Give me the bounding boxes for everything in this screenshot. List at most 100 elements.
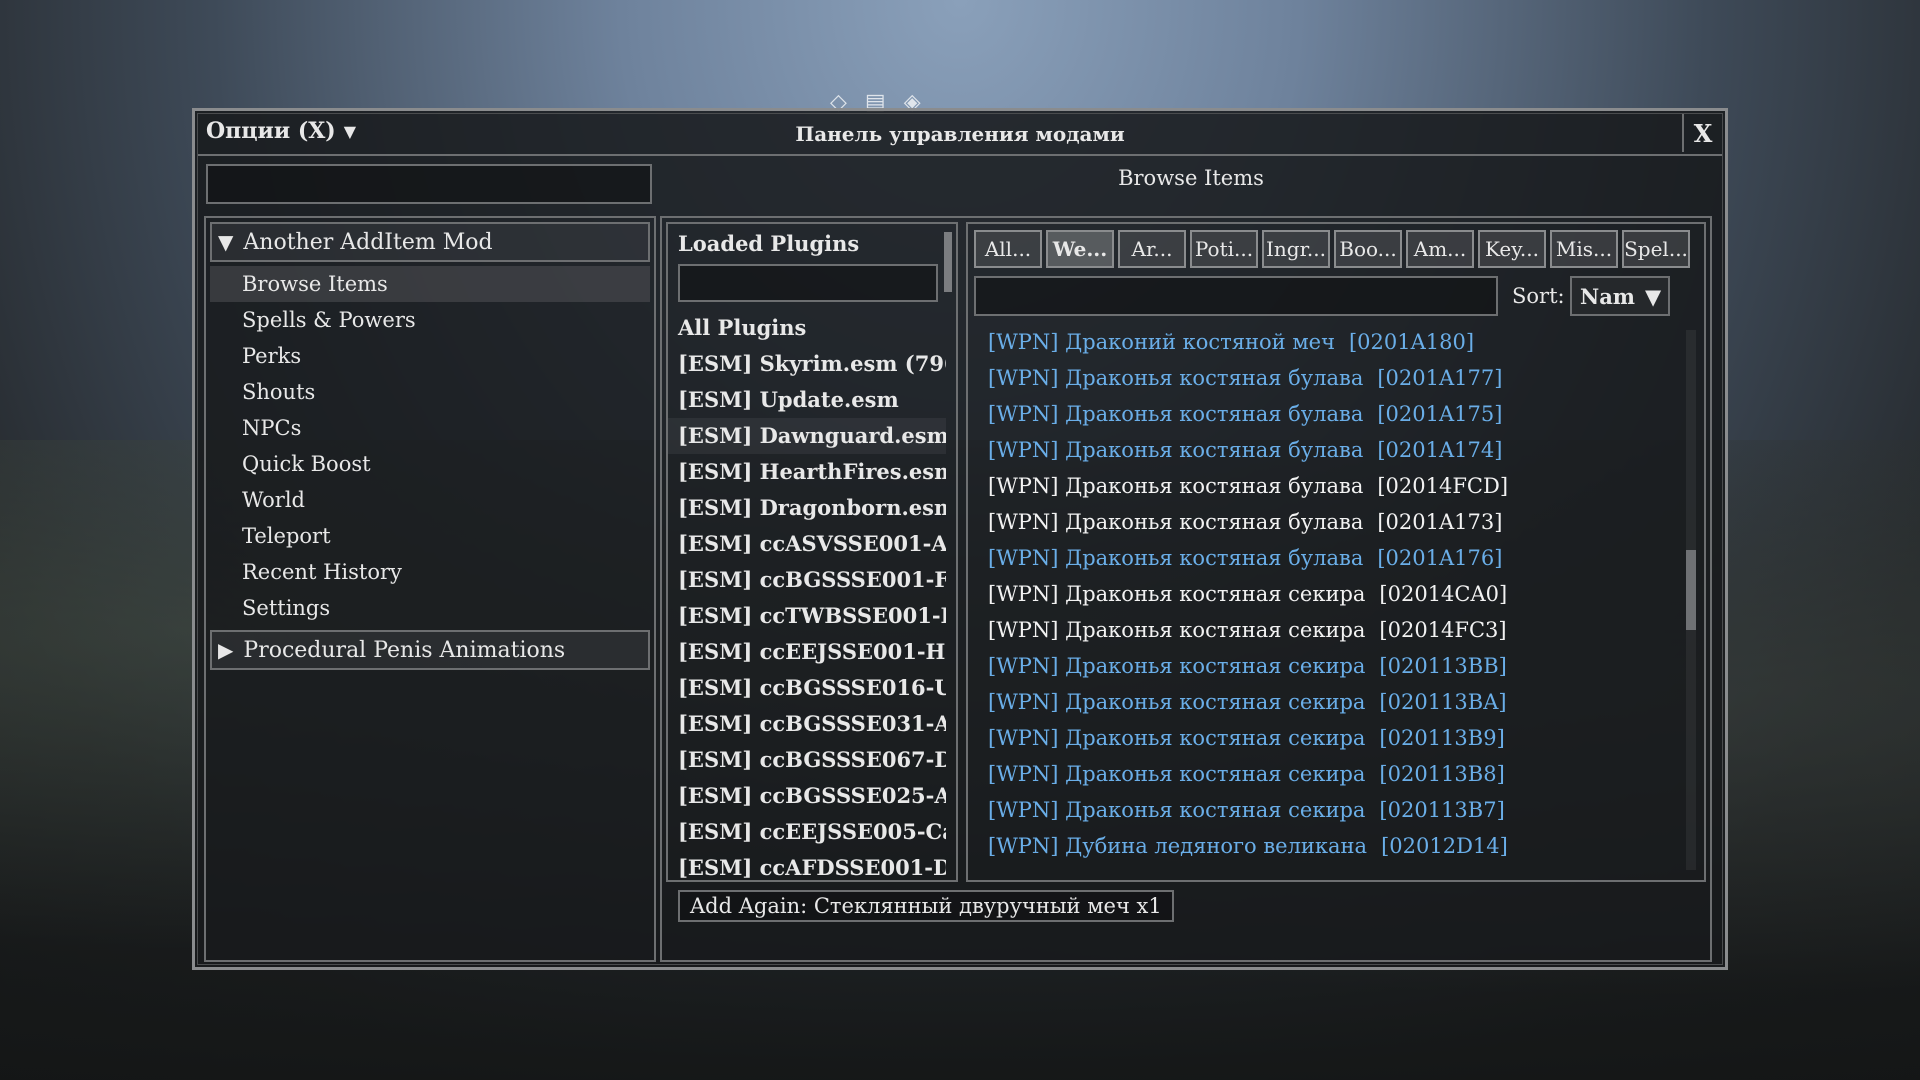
item-name: [WPN] Драконья костяная секира xyxy=(988,726,1366,750)
plugin-item[interactable]: [ESM] ccBGSSSE001-Fish xyxy=(668,562,946,598)
item-code: [0201A175] xyxy=(1377,402,1503,426)
list-item[interactable]: [WPN] Драконья костяная булава [0201A176] xyxy=(988,540,1678,576)
sort-dropdown[interactable]: Nam ▼ xyxy=(1570,276,1670,316)
plugin-item[interactable]: [ESM] Dragonborn.esm (1 xyxy=(668,490,946,526)
plugin-item[interactable]: [ESM] Dawnguard.esm (6 xyxy=(668,418,946,454)
sidebar-item-spells-powers[interactable]: Spells & Powers xyxy=(210,302,650,338)
item-name: [WPN] Драконья костяная секира xyxy=(988,762,1366,786)
item-name: [WPN] Драконья костяная секира xyxy=(988,690,1366,714)
sidebar-item-teleport[interactable]: Teleport xyxy=(210,518,650,554)
list-item[interactable]: [WPN] Драконья костяная секира [020113B9] xyxy=(988,720,1678,756)
plugin-item[interactable]: [ESM] Update.esm xyxy=(668,382,946,418)
items-scrollbar-thumb[interactable] xyxy=(1686,550,1696,630)
tab-books[interactable]: Boo... xyxy=(1334,230,1402,268)
tree-group-label: Another AddItem Mod xyxy=(243,229,493,255)
item-name: [WPN] Дубина ледяного великана xyxy=(988,834,1368,858)
sidebar-item-shouts[interactable]: Shouts xyxy=(210,374,650,410)
plugin-item[interactable]: [ESM] ccBGSSSE025-Ad xyxy=(668,778,946,814)
tab-misc[interactable]: Mis... xyxy=(1550,230,1618,268)
plugin-item[interactable]: [ESM] ccBGSSSE031-Adv xyxy=(668,706,946,742)
tab-all[interactable]: All... xyxy=(974,230,1042,268)
item-code: [0201A180] xyxy=(1348,330,1475,354)
sidebar-item-browse-items[interactable]: Browse Items xyxy=(210,266,650,302)
plugins-scrollbar[interactable] xyxy=(944,232,952,292)
item-search-input[interactable] xyxy=(974,276,1498,316)
plugin-item[interactable]: [ESM] ccBGSSSE016-Uml xyxy=(668,670,946,706)
titlebar: Опции (X) ▼ Панель управления модами X xyxy=(198,114,1722,156)
tab-armor[interactable]: Ar... xyxy=(1118,230,1186,268)
list-item[interactable]: [WPN] Драконья костяная секира [020113BA] xyxy=(988,684,1678,720)
plugin-filter-input[interactable] xyxy=(678,264,938,302)
section-title: Browse Items xyxy=(1118,166,1264,190)
item-code: [020113B9] xyxy=(1379,726,1505,750)
list-item[interactable]: [WPN] Драконья костяная булава [0201A177] xyxy=(988,360,1678,396)
list-item[interactable]: [WPN] Драконья костяная булава [0201A174] xyxy=(988,432,1678,468)
plugin-item[interactable]: [ESM] ccAFDSSE001-D xyxy=(668,850,946,880)
close-button[interactable]: X xyxy=(1682,114,1722,152)
plugin-item-all[interactable]: All Plugins xyxy=(668,310,946,346)
sidebar-item-recent-history[interactable]: Recent History xyxy=(210,554,650,590)
item-code: [02014CA0] xyxy=(1379,582,1508,606)
add-again-button[interactable]: Add Again: Стеклянный двуручный меч x1 xyxy=(678,890,1174,922)
sidebar-item-settings[interactable]: Settings xyxy=(210,590,650,626)
sidebar-item-quick-boost[interactable]: Quick Boost xyxy=(210,446,650,482)
plugin-item[interactable]: [ESM] ccASVSSE001-ALI xyxy=(668,526,946,562)
item-name: [WPN] Драконья костяная булава xyxy=(988,510,1364,534)
sidebar-item-perks[interactable]: Perks xyxy=(210,338,650,374)
plugin-list: All Plugins [ESM] Skyrim.esm (7964 [ESM]… xyxy=(668,310,956,880)
list-item[interactable]: [WPN] Драконья костяная секира [02014CA0] xyxy=(988,576,1678,612)
item-name: [WPN] Драконья костяная булава xyxy=(988,438,1364,462)
list-item[interactable]: [WPN] Драконья костяная булава [02014FCD] xyxy=(988,468,1678,504)
item-name: [WPN] Драконья костяная секира xyxy=(988,582,1366,606)
list-item[interactable]: [WPN] Драконья костяная секира [020113BB] xyxy=(988,648,1678,684)
list-item[interactable]: [WPN] Драконья костяная булава [0201A175] xyxy=(988,396,1678,432)
triangle-right-icon: ▶ xyxy=(218,638,234,662)
plugin-item[interactable]: [ESM] ccBGSSSE067-Dae xyxy=(668,742,946,778)
tab-ingredients[interactable]: Ingr... xyxy=(1262,230,1330,268)
item-code: [02012D14] xyxy=(1381,834,1508,858)
list-item[interactable]: [WPN] Драконья костяная секира [020113B7] xyxy=(988,792,1678,828)
item-name: [WPN] Драконья костяная булава xyxy=(988,474,1364,498)
item-name: [WPN] Драконья костяная секира xyxy=(988,798,1366,822)
list-item[interactable]: [WPN] Дубина ледяного великана [02012D14] xyxy=(988,828,1678,864)
tree-group-procedural-penis-animations[interactable]: ▶ Procedural Penis Animations xyxy=(210,630,650,670)
sort-value: Nam xyxy=(1580,283,1636,309)
list-item[interactable]: [WPN] Драконий костяной меч [0201A180] xyxy=(988,324,1678,360)
mod-tree-panel: ▼ Another AddItem Mod Browse Items Spell… xyxy=(204,216,656,962)
item-name: [WPN] Драконья костяная секира xyxy=(988,654,1366,678)
plugin-item[interactable]: [ESM] HearthFires.esm xyxy=(668,454,946,490)
list-item[interactable]: [WPN] Драконья костяная секира [02014FC3] xyxy=(988,612,1678,648)
plugin-item[interactable]: [ESM] Skyrim.esm (7964 xyxy=(668,346,946,382)
item-code: [02014FC3] xyxy=(1379,618,1507,642)
item-name: [WPN] Драконья костяная секира xyxy=(988,618,1366,642)
plugin-item[interactable]: [ESM] ccTWBSSE001-Pu xyxy=(668,598,946,634)
item-name: [WPN] Драконья костяная булава xyxy=(988,366,1364,390)
item-code: [020113B8] xyxy=(1379,762,1505,786)
tab-weapons[interactable]: We... xyxy=(1046,230,1114,268)
tab-potions[interactable]: Poti... xyxy=(1190,230,1258,268)
list-item[interactable]: [WPN] Драконья костяная секира [020113B8] xyxy=(988,756,1678,792)
tab-keys[interactable]: Key... xyxy=(1478,230,1546,268)
browse-items-panel: Loaded Plugins All Plugins [ESM] Skyrim.… xyxy=(660,216,1712,962)
sidebar-item-world[interactable]: World xyxy=(210,482,650,518)
items-list-panel: All... We... Ar... Poti... Ingr... Boo..… xyxy=(966,222,1706,882)
item-list: [WPN] Драконий костяной меч [0201A180] [W… xyxy=(988,324,1678,864)
tree-group-label: Procedural Penis Animations xyxy=(243,637,566,663)
tab-spells[interactable]: Spel... xyxy=(1622,230,1690,268)
chevron-down-icon: ▼ xyxy=(1645,283,1662,309)
mod-search-input[interactable] xyxy=(206,164,652,204)
plugin-item[interactable]: [ESM] ccEEJSSE005-Cav xyxy=(668,814,946,850)
sort-label: Sort: xyxy=(1512,284,1565,308)
tree-group-another-additem-mod[interactable]: ▼ Another AddItem Mod xyxy=(210,222,650,262)
item-code: [02014FCD] xyxy=(1377,474,1509,498)
list-item[interactable]: [WPN] Драконья костяная булава [0201A173] xyxy=(988,504,1678,540)
tree-items: Browse Items Spells & Powers Perks Shout… xyxy=(206,266,654,626)
item-code: [0201A177] xyxy=(1377,366,1503,390)
tab-ammo[interactable]: Am... xyxy=(1406,230,1474,268)
item-code: [0201A173] xyxy=(1377,510,1503,534)
plugin-item[interactable]: [ESM] ccEEJSSE001-Hste xyxy=(668,634,946,670)
item-code: [020113B7] xyxy=(1379,798,1505,822)
item-name: [WPN] Драконья костяная булава xyxy=(988,546,1364,570)
sidebar-item-npcs[interactable]: NPCs xyxy=(210,410,650,446)
item-name: [WPN] Драконья костяная булава xyxy=(988,402,1364,426)
